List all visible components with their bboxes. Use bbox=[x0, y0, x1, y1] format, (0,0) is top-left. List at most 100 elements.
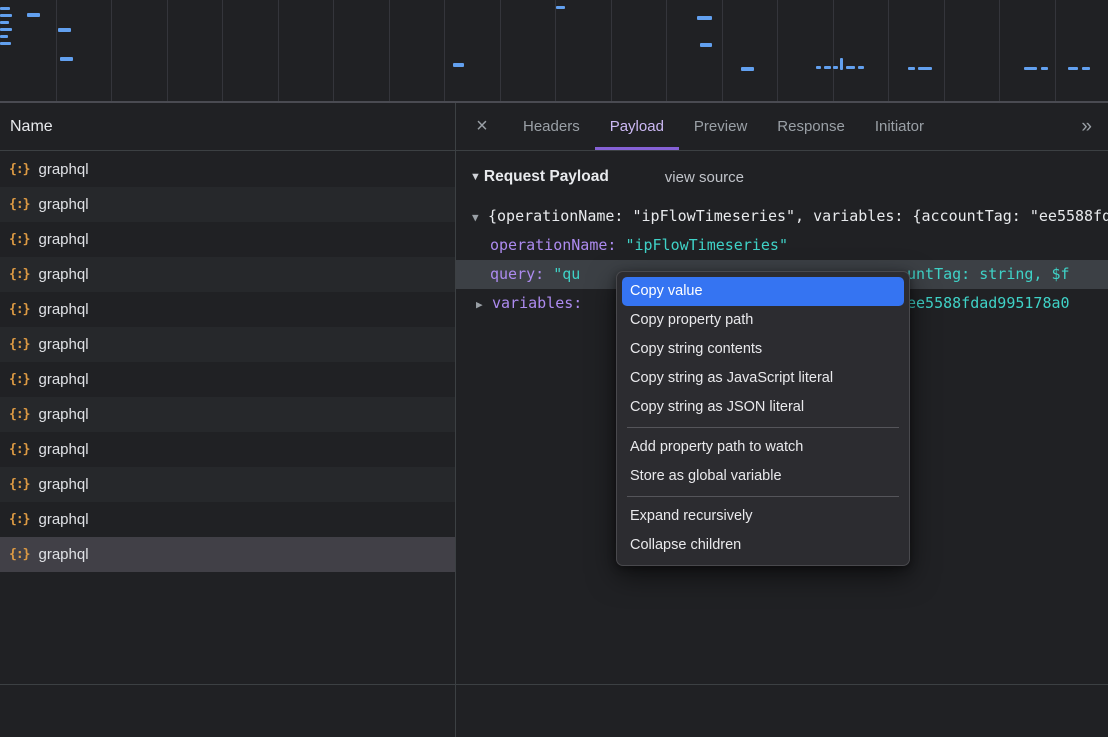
request-timeline-bar bbox=[0, 42, 11, 45]
request-name: graphql bbox=[38, 476, 88, 493]
section-title: Request Payload bbox=[484, 168, 609, 186]
menu-item-store-as-global-variable[interactable]: Store as global variable bbox=[622, 462, 904, 491]
request-name: graphql bbox=[38, 406, 88, 423]
tab-strip: HeadersPayloadPreviewResponseInitiator bbox=[508, 103, 939, 150]
request-timeline-bar bbox=[58, 28, 71, 32]
property-value: "ipFlowTimeseries" bbox=[625, 236, 788, 254]
grid-line bbox=[333, 0, 334, 101]
grid-line bbox=[666, 0, 667, 101]
grid-line bbox=[555, 0, 556, 101]
request-timeline-bar bbox=[741, 67, 754, 71]
property-key: operationName: bbox=[490, 236, 616, 254]
request-timeline-bar bbox=[824, 66, 831, 69]
footer-separator bbox=[0, 684, 1108, 685]
table-row[interactable]: {:}graphql bbox=[0, 362, 455, 397]
menu-item-add-property-path-to-watch[interactable]: Add property path to watch bbox=[622, 433, 904, 462]
request-timeline-bar bbox=[1024, 67, 1037, 70]
table-row[interactable]: {:} graphql bbox=[0, 432, 455, 467]
view-source-link[interactable]: view source bbox=[665, 169, 744, 186]
table-row[interactable]: {:} graphql bbox=[0, 397, 455, 432]
request-name: graphql bbox=[38, 266, 88, 283]
json-braces-icon: {:} bbox=[9, 337, 29, 352]
request-name: graphql bbox=[38, 441, 88, 458]
menu-item-collapse-children[interactable]: Collapse children bbox=[622, 531, 904, 560]
tab-preview[interactable]: Preview bbox=[679, 103, 762, 150]
grid-line bbox=[833, 0, 834, 101]
table-row[interactable]: {:}graphql bbox=[0, 502, 455, 537]
request-timeline-bar bbox=[1041, 67, 1048, 70]
grid-line bbox=[611, 0, 612, 101]
request-name: graphql bbox=[38, 161, 88, 178]
request-name: graphql bbox=[38, 196, 88, 213]
request-timeline-bar bbox=[27, 13, 40, 17]
menu-separator bbox=[627, 427, 899, 428]
menu-item-copy-string-as-json-literal[interactable]: Copy string as JSON literal bbox=[622, 393, 904, 422]
grid-line bbox=[1055, 0, 1056, 101]
table-row[interactable]: {:} graphql bbox=[0, 467, 455, 502]
menu-item-copy-string-contents[interactable]: Copy string contents bbox=[622, 335, 904, 364]
request-timeline-bar bbox=[0, 35, 8, 38]
table-row[interactable]: {:}graphql bbox=[0, 222, 455, 257]
panel-tabs: × HeadersPayloadPreviewResponseInitiator… bbox=[456, 103, 1108, 151]
section-caret-icon[interactable]: ▼ bbox=[470, 171, 481, 183]
request-timeline-bar bbox=[840, 58, 843, 70]
tab-headers[interactable]: Headers bbox=[508, 103, 595, 150]
json-braces-icon: {:} bbox=[9, 442, 29, 457]
table-row[interactable]: {:}graphql bbox=[0, 152, 455, 187]
request-timeline-bar bbox=[1068, 67, 1078, 70]
property-value-continued: ee5588fdad995178a0 bbox=[907, 289, 1070, 318]
grid-line bbox=[944, 0, 945, 101]
tab-payload[interactable]: Payload bbox=[595, 103, 679, 150]
request-timeline-bar bbox=[697, 16, 712, 20]
grid-line bbox=[56, 0, 57, 101]
request-timeline-bar bbox=[0, 7, 10, 10]
request-timeline-bar bbox=[846, 66, 855, 69]
panel-divider[interactable] bbox=[455, 103, 456, 737]
json-braces-icon: {:} bbox=[9, 302, 29, 317]
tree-row-operationname[interactable]: operationName: "ipFlowTimeseries" bbox=[456, 231, 1108, 260]
table-row[interactable]: {:}graphql bbox=[0, 537, 455, 572]
grid-line bbox=[111, 0, 112, 101]
tree-row-root[interactable]: ▼{operationName: "ipFlowTimeseries", var… bbox=[456, 202, 1108, 231]
json-braces-icon: {:} bbox=[9, 477, 29, 492]
property-value-continued: untTag: string, $f bbox=[907, 260, 1070, 289]
table-row[interactable]: {:} graphql bbox=[0, 327, 455, 362]
table-row[interactable]: {:} graphql bbox=[0, 257, 455, 292]
json-braces-icon: {:} bbox=[9, 512, 29, 527]
tab-response[interactable]: Response bbox=[762, 103, 860, 150]
menu-item-copy-value[interactable]: Copy value bbox=[622, 277, 904, 306]
grid-line bbox=[278, 0, 279, 101]
menu-item-expand-recursively[interactable]: Expand recursively bbox=[622, 502, 904, 531]
menu-item-copy-property-path[interactable]: Copy property path bbox=[622, 306, 904, 335]
request-timeline-bar bbox=[908, 67, 915, 70]
json-braces-icon: {:} bbox=[9, 267, 29, 282]
request-timeline-bar bbox=[858, 66, 864, 69]
table-row[interactable]: {:} graphql bbox=[0, 187, 455, 222]
grid-line bbox=[222, 0, 223, 101]
request-timeline-bar bbox=[0, 14, 12, 17]
tab-initiator[interactable]: Initiator bbox=[860, 103, 939, 150]
property-key: variables: bbox=[492, 294, 582, 312]
request-timeline-bar bbox=[700, 43, 712, 47]
request-timeline-bar bbox=[0, 21, 9, 24]
network-overview-strip[interactable] bbox=[0, 0, 1108, 103]
name-column-header[interactable]: Name bbox=[10, 118, 53, 136]
caret-right-icon[interactable]: ▶ bbox=[476, 290, 492, 318]
menu-item-copy-string-as-javascript-literal[interactable]: Copy string as JavaScript literal bbox=[622, 364, 904, 393]
request-timeline-bar bbox=[816, 66, 821, 69]
more-tabs-icon[interactable]: » bbox=[1081, 116, 1108, 138]
grid-line bbox=[500, 0, 501, 101]
close-icon[interactable]: × bbox=[456, 115, 508, 138]
request-timeline-bar bbox=[1082, 67, 1090, 70]
request-list: {:} graphql {:} graphql {:} graphql {:} graphql… bbox=[0, 152, 455, 572]
json-braces-icon: {:} bbox=[9, 407, 29, 422]
grid-line bbox=[444, 0, 445, 101]
caret-down-icon[interactable]: ▼ bbox=[472, 203, 488, 231]
grid-line bbox=[722, 0, 723, 101]
json-braces-icon: {:} bbox=[9, 197, 29, 212]
request-name: graphql bbox=[38, 231, 88, 248]
request-timeline-bar bbox=[60, 57, 73, 61]
request-name: graphql bbox=[38, 336, 88, 353]
table-row[interactable]: {:}graphql bbox=[0, 292, 455, 327]
grid-line bbox=[777, 0, 778, 101]
